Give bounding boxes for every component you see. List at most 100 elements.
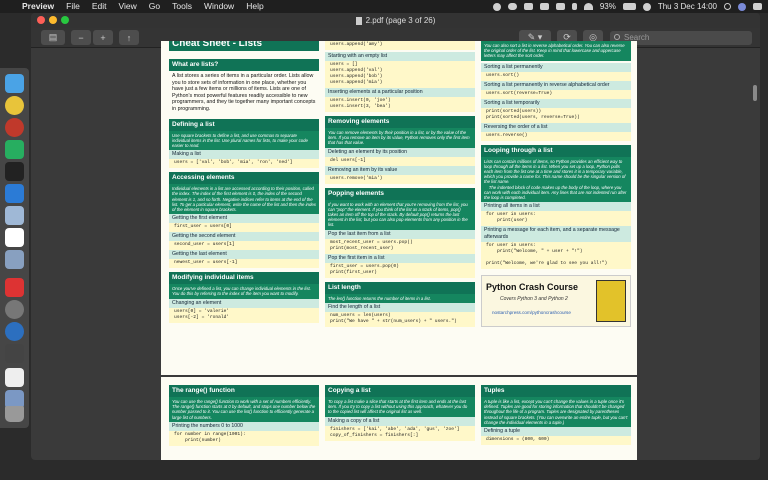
example-header: Printing the numbers 0 to 1000: [169, 421, 319, 431]
siri-icon[interactable]: [738, 2, 746, 11]
shield-icon[interactable]: [5, 278, 24, 297]
preview-window: 2.pdf (page 3 of 26) ▤ − + ↑ ✎ ▾ ⟳ ◎ Sea…: [31, 13, 760, 460]
wifi-icon[interactable]: [583, 3, 593, 10]
code-block: dimensions = (800, 600): [481, 436, 631, 446]
page-column-2: users.append('amy') Starting with an emp…: [325, 41, 475, 327]
clock[interactable]: Thu 3 Dec 14:00: [658, 2, 717, 11]
notification-center-icon[interactable]: [753, 3, 762, 10]
section-header: The range() function: [169, 385, 319, 397]
cloud-icon[interactable]: [507, 3, 517, 10]
terminal-icon[interactable]: [5, 162, 24, 181]
zoom-in-button[interactable]: +: [93, 30, 113, 45]
section-header: What are lists?: [169, 59, 319, 71]
example-header: Pop the first item in a list: [325, 253, 475, 263]
menu-tools[interactable]: Tools: [166, 0, 198, 13]
bluetooth-icon[interactable]: [571, 3, 577, 10]
code-block: first_user = users.pop(0) print(first_us…: [325, 262, 475, 278]
section-header: Modifying individual items: [169, 272, 319, 285]
sidebar-toggle-button[interactable]: ▤: [41, 30, 65, 45]
document-icon[interactable]: [5, 368, 24, 387]
zoom-out-button[interactable]: −: [71, 30, 91, 45]
dropbox-icon[interactable]: [523, 3, 533, 10]
document-icon: [355, 16, 362, 25]
code-block: users.append('amy'): [325, 41, 475, 50]
menu-help[interactable]: Help: [240, 0, 269, 13]
section-description: You can also sort a list in reverse alph…: [481, 41, 631, 61]
menu-window[interactable]: Window: [198, 0, 240, 13]
section-description: Use square brackets to define a list, an…: [169, 130, 319, 151]
search-icon[interactable]: [724, 3, 731, 10]
search-icon: [614, 34, 620, 40]
user-icon[interactable]: [642, 2, 651, 11]
drive-icon[interactable]: [539, 3, 549, 10]
menu-go[interactable]: Go: [143, 0, 166, 13]
app-window-icon[interactable]: [5, 250, 24, 269]
example-header: Getting the last element: [169, 250, 319, 260]
section-description: A tuple is like a list, except you can't…: [481, 397, 631, 428]
battery-percent[interactable]: 93%: [600, 2, 616, 11]
menu-edit[interactable]: Edit: [86, 0, 113, 13]
display-icon[interactable]: [555, 3, 565, 10]
app-red-icon[interactable]: [5, 118, 24, 137]
example-header: Getting the second element: [169, 232, 319, 242]
section-description: You can remove elements by their positio…: [325, 128, 475, 148]
page-column-3: Tuples A tuple is like a list, except yo…: [481, 385, 631, 446]
example-header: Find the length of a list: [325, 302, 475, 312]
code-block: num_users = len(users) print("We have " …: [325, 311, 475, 327]
zoom-button[interactable]: [61, 16, 69, 24]
section-header: Popping elements: [325, 187, 475, 200]
close-button[interactable]: [37, 16, 45, 24]
example-header: Printing all items in a list: [481, 202, 631, 212]
example-header: Deleting an element by its position: [325, 147, 475, 157]
page-column-1: The range() function You can use the ran…: [169, 385, 319, 446]
app-green-icon[interactable]: [5, 140, 24, 159]
battery-icon[interactable]: [622, 3, 636, 10]
share-button[interactable]: ↑: [119, 30, 139, 45]
settings-icon[interactable]: [5, 300, 24, 319]
code-block: users[0] = 'valerie' users[-2] = 'ronald…: [169, 307, 319, 323]
screen-record-icon[interactable]: [492, 2, 501, 11]
vertical-scrollbar[interactable]: [753, 55, 757, 455]
example-header: Sorting a list permanently: [481, 62, 631, 72]
code-block: users = [] users.append('val') users.app…: [325, 61, 475, 88]
dock: [0, 68, 29, 428]
section-header: Looping through a list: [481, 144, 631, 157]
trash-icon[interactable]: [5, 406, 24, 422]
vscode-icon[interactable]: [5, 184, 24, 203]
code-block: users.remove('mia'): [325, 174, 475, 184]
scroll-thumb[interactable]: [753, 85, 757, 101]
example-header: Sorting a list permanently in reverse al…: [481, 80, 631, 90]
page-column-3: You can also sort a list in reverse alph…: [481, 41, 631, 328]
menu-view[interactable]: View: [113, 0, 143, 13]
promo-url: nostarchpress.com/pythoncrashcourse: [492, 310, 571, 316]
example-header: Making a copy of a list: [325, 416, 475, 426]
menu-app-name[interactable]: Preview: [16, 0, 60, 13]
example-header: Starting with an empty list: [325, 52, 475, 61]
section-header: Defining a list: [169, 118, 319, 131]
menu-file[interactable]: File: [60, 0, 86, 13]
code-block: users.insert(0, 'joe') users.insert(3, '…: [325, 97, 475, 112]
chrome-icon[interactable]: [5, 96, 24, 115]
section-description: Individual elements in a list are access…: [169, 184, 319, 215]
preview-icon[interactable]: [5, 206, 24, 225]
app-blue-icon[interactable]: [5, 322, 24, 341]
finder-icon[interactable]: [5, 74, 24, 93]
code-block: print(sorted(users)) print(sorted(users,…: [481, 107, 631, 123]
code-block: newest_user = users[-1]: [169, 259, 319, 269]
example-header: Defining a tuple: [481, 427, 631, 437]
grid-icon[interactable]: [5, 344, 24, 363]
section-header: Accessing elements: [169, 172, 319, 185]
example-header: Sorting a list temporarily: [481, 98, 631, 108]
code-block: users = ['val', 'bob', 'mia', 'ron', 'ne…: [169, 159, 319, 169]
code-block: second_user = users[1]: [169, 241, 319, 251]
section-description: Lists can contain millions of items, so …: [481, 156, 631, 203]
promo-subtitle: Covers Python 3 and Python 2: [500, 296, 568, 303]
minimize-button[interactable]: [49, 16, 57, 24]
example-header: Getting the first element: [169, 214, 319, 224]
sheet-title: Cheat Sheet - Lists: [169, 41, 319, 51]
slack-icon[interactable]: [5, 228, 24, 247]
section-header: Removing elements: [325, 116, 475, 128]
section-description: To copy a list make a slice that starts …: [325, 397, 475, 417]
status-area: 93% Thu 3 Dec 14:00: [492, 0, 762, 13]
section-header: Tuples: [481, 385, 631, 397]
